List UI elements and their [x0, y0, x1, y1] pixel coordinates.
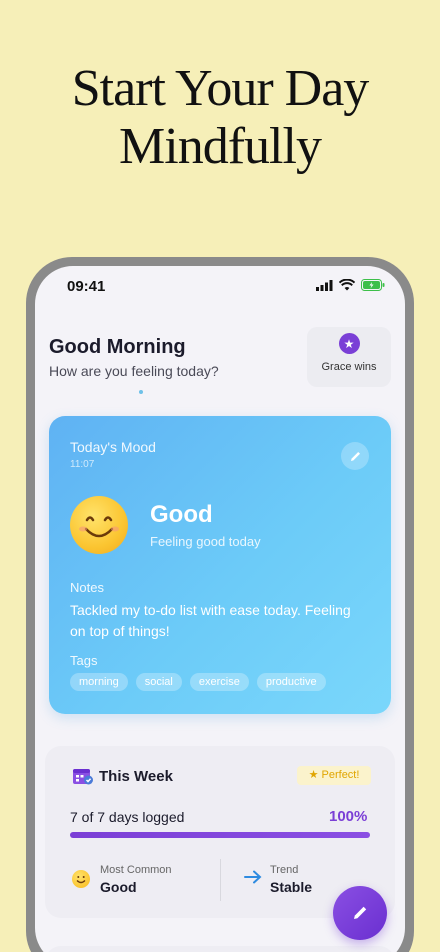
trend-label: Trend	[270, 864, 299, 876]
most-common-value: Good	[100, 879, 137, 895]
greeting-subtitle: How are you feeling today?	[49, 363, 219, 379]
headline: Start Your Day Mindfully	[0, 60, 440, 176]
tag-chip[interactable]: morning	[70, 673, 128, 691]
star-icon: ★	[338, 333, 360, 354]
week-title: This Week	[99, 768, 173, 785]
week-progress-fill	[70, 832, 370, 838]
status-bar: 09:41	[35, 266, 405, 310]
calendar-check-icon	[73, 769, 93, 785]
tag-chip[interactable]: social	[135, 673, 182, 691]
tags-heading: Tags	[70, 653, 98, 668]
notes-heading: Notes	[70, 580, 104, 595]
page-indicator-dot	[139, 390, 143, 394]
next-card	[45, 946, 395, 952]
tag-list: morning social exercise productive	[70, 673, 326, 691]
smiling-face-icon	[72, 870, 90, 888]
perfect-badge: ★ Perfect!	[297, 766, 371, 785]
signal-icon	[316, 279, 333, 291]
mood-card-time: 11:07	[70, 459, 95, 470]
mood-subtitle: Feeling good today	[150, 534, 261, 549]
notes-text: Tackled my to-do list with ease today. F…	[70, 602, 351, 639]
headline-line-1: Start Your Day	[71, 60, 370, 117]
mood-card-title: Today's Mood	[70, 439, 156, 455]
battery-icon	[361, 279, 385, 291]
mood-label: Good	[150, 501, 213, 528]
smiling-face-icon	[70, 496, 128, 554]
todays-mood-card[interactable]: Today's Mood 11:07 Good Feeling good tod…	[49, 416, 391, 714]
badge-label: Grace wins	[321, 361, 377, 373]
app-screen: 09:41 Good Morning How are you feeling t…	[35, 266, 405, 952]
greeting-title: Good Morning	[49, 336, 186, 358]
new-entry-button[interactable]	[333, 886, 387, 940]
perfect-badge-label: Perfect!	[321, 769, 360, 781]
wifi-icon	[339, 279, 355, 291]
days-logged: 7 of 7 days logged	[70, 809, 185, 825]
star-icon: ★	[308, 769, 319, 781]
arrow-right-icon	[244, 870, 262, 884]
status-icons	[316, 279, 385, 291]
edit-mood-button[interactable]	[341, 442, 369, 470]
pencil-icon	[354, 906, 367, 919]
headline-line-2: Mindfully	[119, 118, 322, 175]
divider	[220, 859, 221, 901]
tag-chip[interactable]: exercise	[189, 673, 249, 691]
trend-value: Stable	[270, 879, 313, 895]
pencil-icon	[350, 451, 360, 461]
most-common-label: Most Common	[100, 864, 172, 876]
tag-chip[interactable]: productive	[256, 673, 326, 691]
percent-label: 100%	[329, 808, 368, 825]
week-progress-bar	[70, 832, 370, 838]
status-time: 09:41	[67, 278, 106, 295]
achievement-badge[interactable]: ★ Grace wins	[307, 327, 391, 387]
